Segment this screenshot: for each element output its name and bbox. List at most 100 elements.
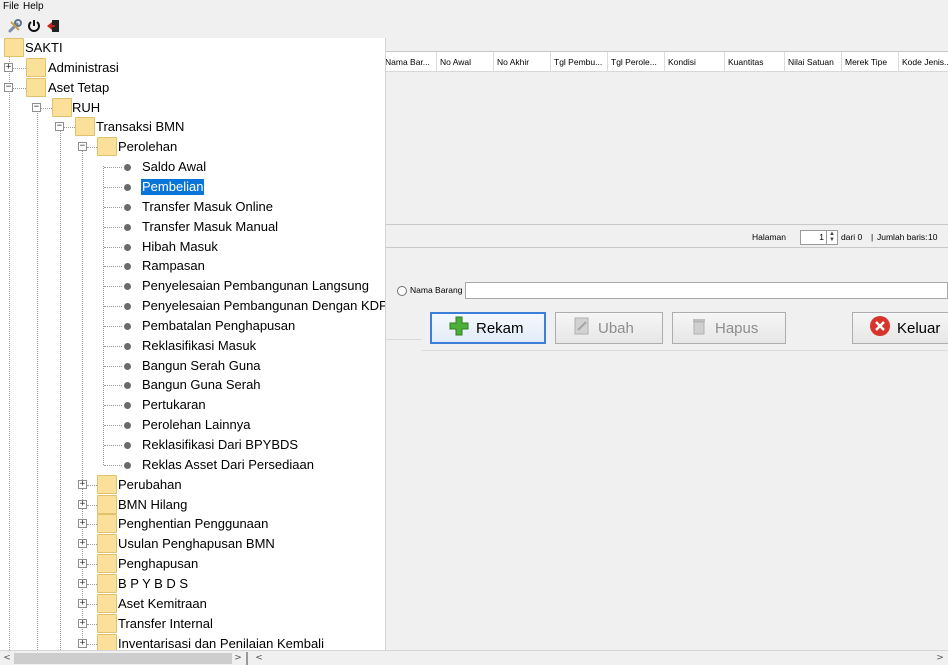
plus-icon <box>448 315 470 341</box>
col-header[interactable]: No Awal <box>437 52 494 72</box>
tree-connector-line <box>104 445 122 446</box>
expand-plus-icon[interactable]: + <box>78 519 87 528</box>
edit-icon <box>572 316 592 340</box>
scroll-right-icon[interactable]: > <box>232 652 244 665</box>
scroll-left-icon[interactable]: < <box>253 652 265 665</box>
expand-plus-icon[interactable]: + <box>78 639 87 648</box>
tree-leaf-node[interactable]: Bangun Serah Guna <box>0 356 385 376</box>
tree-leaf-node[interactable]: Reklas Asset Dari Persediaan <box>0 455 385 475</box>
expand-plus-icon[interactable]: + <box>78 579 87 588</box>
col-header[interactable]: Tgl Pembu... <box>551 52 608 72</box>
bullet-icon <box>124 244 131 251</box>
tree-folder-node[interactable]: + B P Y B D S <box>0 574 385 594</box>
tree-folder-node[interactable]: + Administrasi <box>0 58 385 78</box>
navigation-tree[interactable]: SAKTI + Administrasi − Aset Tetap − RUH − Transa… <box>0 38 386 650</box>
menu-file[interactable]: File <box>3 1 19 12</box>
tree-node-label: Pertukaran <box>142 397 206 412</box>
collapse-minus-icon[interactable]: − <box>32 103 41 112</box>
tree-leaf-node[interactable]: Saldo Awal <box>0 157 385 177</box>
tree-leaf-node[interactable]: Transfer Masuk Manual <box>0 217 385 237</box>
tree-leaf-node[interactable]: Hibah Masuk <box>0 237 385 257</box>
tree-node-label: BMN Hilang <box>118 497 188 512</box>
col-header[interactable]: No Akhir <box>494 52 551 72</box>
folder-icon <box>26 58 46 77</box>
col-header[interactable]: Kondisi <box>665 52 725 72</box>
tree-folder-node[interactable]: + BMN Hilang <box>0 495 385 515</box>
tree-connector-line <box>104 227 122 228</box>
wrench-icon[interactable] <box>7 18 23 34</box>
tree-folder-node[interactable]: + Inventarisasi dan Penilaian Kembali <box>0 634 385 650</box>
col-header[interactable]: Kode Jenis... <box>899 52 948 72</box>
power-icon[interactable] <box>26 18 42 34</box>
hapus-button[interactable]: Hapus <box>672 312 786 344</box>
col-header[interactable]: Tgl Perole... <box>608 52 665 72</box>
tree-scroll-thumb[interactable] <box>14 653 232 664</box>
collapse-minus-icon[interactable]: − <box>78 142 87 151</box>
search-input[interactable] <box>465 282 948 299</box>
menu-help[interactable]: Help <box>23 1 44 12</box>
ubah-button[interactable]: Ubah <box>555 312 663 344</box>
tree-leaf-node[interactable]: Reklasifikasi Dari BPYBDS <box>0 435 385 455</box>
nama-barang-radio[interactable] <box>397 286 407 296</box>
keluar-button[interactable]: Keluar <box>852 312 948 344</box>
expand-plus-icon[interactable]: + <box>78 500 87 509</box>
tree-folder-node[interactable]: SAKTI <box>0 38 385 58</box>
bullet-icon <box>124 303 131 310</box>
expand-plus-icon[interactable]: + <box>78 539 87 548</box>
tree-leaf-node[interactable]: Penyelesaian Pembangunan Dengan KDP <box>0 296 385 316</box>
expand-plus-icon[interactable]: + <box>78 599 87 608</box>
tree-node-label: Aset Tetap <box>48 80 110 95</box>
tree-leaf-node[interactable]: Rampasan <box>0 256 385 276</box>
tree-node-label: Pembatalan Penghapusan <box>142 318 296 333</box>
tree-folder-node[interactable]: + Perubahan <box>0 475 385 495</box>
tree-node-label: Perolehan <box>118 139 178 154</box>
tree-leaf-node[interactable]: Perolehan Lainnya <box>0 415 385 435</box>
tree-leaf-node[interactable]: Pembelian <box>0 177 385 197</box>
tree-folder-node[interactable]: − Aset Tetap <box>0 78 385 98</box>
tree-leaf-node[interactable]: Transfer Masuk Online <box>0 197 385 217</box>
tree-leaf-node[interactable]: Pembatalan Penghapusan <box>0 316 385 336</box>
col-header[interactable]: Kuantitas <box>725 52 785 72</box>
spinner-arrows-icon[interactable]: ▲ ▼ <box>826 231 837 244</box>
tree-node-label: Bangun Guna Serah <box>142 377 261 392</box>
close-icon <box>869 315 891 341</box>
col-header[interactable]: Merek Tipe <box>842 52 899 72</box>
rekam-label: Rekam <box>476 319 524 337</box>
tree-folder-node[interactable]: + Transfer Internal <box>0 614 385 634</box>
bullet-icon <box>124 184 131 191</box>
exit-icon[interactable] <box>45 18 61 34</box>
tree-connector-line <box>104 465 122 466</box>
folder-icon <box>52 98 72 117</box>
folder-icon <box>97 594 117 613</box>
tree-folder-node[interactable]: + Aset Kemitraan <box>0 594 385 614</box>
tree-folder-node[interactable]: + Penghapusan <box>0 554 385 574</box>
tree-folder-node[interactable]: − Transaksi BMN <box>0 117 385 137</box>
scroll-right-icon[interactable]: > <box>934 652 946 665</box>
page-number-spinner[interactable]: 1 ▲ ▼ <box>800 230 838 245</box>
bullet-icon <box>124 343 131 350</box>
folder-icon <box>97 137 117 156</box>
tree-leaf-node[interactable]: Bangun Guna Serah <box>0 375 385 395</box>
expand-plus-icon[interactable]: + <box>78 619 87 628</box>
collapse-minus-icon[interactable]: − <box>4 83 13 92</box>
expand-plus-icon[interactable]: + <box>4 63 13 72</box>
tree-node-label: Perolehan Lainnya <box>142 417 251 432</box>
rekam-button[interactable]: Rekam <box>430 312 546 344</box>
tree-leaf-node[interactable]: Penyelesaian Pembangunan Langsung <box>0 276 385 296</box>
tree-folder-node[interactable]: − Perolehan <box>0 137 385 157</box>
tree-folder-node[interactable]: − RUH <box>0 98 385 118</box>
splitter-handle[interactable] <box>246 652 248 665</box>
col-header[interactable]: Nilai Satuan <box>785 52 842 72</box>
horizontal-scrollbar[interactable]: < > < > <box>0 650 948 665</box>
col-header[interactable]: Nama Bar... <box>382 52 437 72</box>
tree-folder-node[interactable]: + Penghentian Penggunaan <box>0 514 385 534</box>
tree-leaf-node[interactable]: Pertukaran <box>0 395 385 415</box>
tree-folder-node[interactable]: + Usulan Penghapusan BMN <box>0 534 385 554</box>
collapse-minus-icon[interactable]: − <box>55 122 64 131</box>
expand-plus-icon[interactable]: + <box>78 559 87 568</box>
expand-plus-icon[interactable]: + <box>78 480 87 489</box>
scroll-left-icon[interactable]: < <box>1 652 13 665</box>
tree-connector-line <box>41 108 52 109</box>
tree-connector-line <box>104 266 122 267</box>
tree-leaf-node[interactable]: Reklasifikasi Masuk <box>0 336 385 356</box>
